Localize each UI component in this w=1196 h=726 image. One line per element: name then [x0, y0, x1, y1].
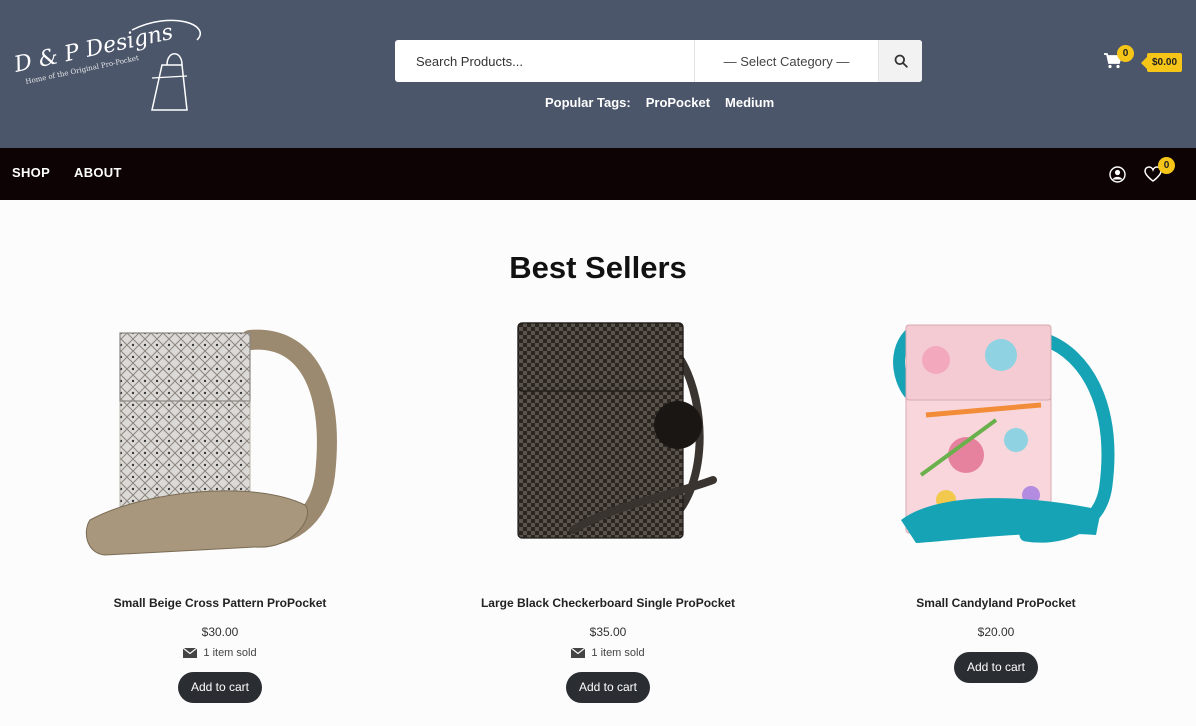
- envelope-icon: [183, 648, 198, 658]
- items-sold-text: 1 item sold: [203, 647, 257, 659]
- category-select[interactable]: — Select Category —: [695, 40, 879, 82]
- add-to-cart-button[interactable]: Add to cart: [565, 672, 651, 703]
- cart-total: $0.00: [1140, 53, 1183, 72]
- wishlist-count-badge: 0: [1158, 157, 1175, 174]
- product-image[interactable]: [831, 315, 1161, 570]
- logo-graphic: D & P Designs Home of the Original Pro-P…: [11, 19, 201, 111]
- items-sold: 1 item sold: [55, 647, 385, 659]
- items-sold: 1 item sold: [443, 647, 773, 659]
- product-price: $20.00: [977, 625, 1015, 639]
- product-price: $30.00: [201, 625, 239, 639]
- product-name[interactable]: Small Candyland ProPocket: [831, 596, 1161, 610]
- product-image[interactable]: [443, 315, 773, 570]
- account-icon[interactable]: [1109, 166, 1126, 183]
- popular-tags-label: Popular Tags:: [545, 95, 631, 110]
- section-title: Best Sellers: [509, 250, 687, 285]
- popular-tags: Popular Tags: ProPocket Medium: [545, 95, 774, 110]
- cart-count-badge: 0: [1117, 45, 1134, 62]
- tag-link-propocket[interactable]: ProPocket: [646, 95, 710, 110]
- site-header: D & P Designs Home of the Original Pro-P…: [0, 0, 1196, 148]
- search-icon: [894, 54, 908, 68]
- search-bar: — Select Category —: [395, 40, 922, 82]
- search-button[interactable]: [879, 40, 922, 82]
- product-name[interactable]: Large Black Checkerboard Single ProPocke…: [443, 596, 773, 610]
- product-card: Small Candyland ProPocket $20.00 Add to …: [831, 315, 1161, 683]
- add-to-cart-button[interactable]: Add to cart: [177, 672, 263, 703]
- product-image[interactable]: [55, 315, 385, 570]
- items-sold-text: 1 item sold: [591, 647, 645, 659]
- add-to-cart-button[interactable]: Add to cart: [953, 652, 1039, 683]
- product-card: Large Black Checkerboard Single ProPocke…: [443, 315, 773, 703]
- tag-link-medium[interactable]: Medium: [725, 95, 774, 110]
- product-card: Small Beige Cross Pattern ProPocket $30.…: [55, 315, 385, 703]
- nav-item-about[interactable]: ABOUT: [74, 165, 122, 180]
- envelope-icon: [571, 648, 586, 658]
- nav-item-shop[interactable]: SHOP: [12, 165, 50, 180]
- category-select-label: — Select Category —: [723, 53, 850, 69]
- main-navigation: SHOP ABOUT 0: [0, 148, 1196, 200]
- product-name[interactable]: Small Beige Cross Pattern ProPocket: [55, 596, 385, 610]
- product-price: $35.00: [589, 625, 627, 639]
- search-input[interactable]: [395, 40, 695, 82]
- site-logo[interactable]: D & P Designs Home of the Original Pro-P…: [11, 10, 212, 120]
